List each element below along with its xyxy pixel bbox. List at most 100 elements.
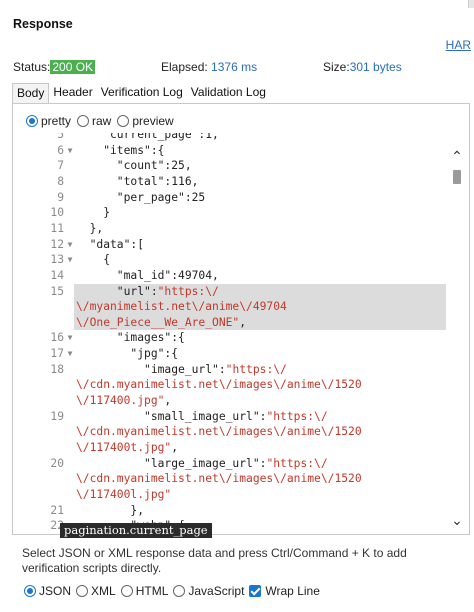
radio-preview[interactable] [117,115,130,127]
code-line: 5 "current_page":1, [26,133,446,143]
code-line: 8 "total":116, [26,174,446,190]
fold-toggle-icon[interactable]: ▼ [64,252,76,268]
code-text: "per_page":25 [76,190,205,206]
har-link[interactable]: HAR [446,38,471,52]
code-text: \/cdn.myanimelist.net\/images\/anime\/15… [76,377,362,393]
wrap-line-toggle[interactable]: Wrap Line [249,584,320,598]
fold-toggle-icon[interactable]: ▼ [64,346,76,362]
radio-raw[interactable] [77,115,90,127]
code-token: }, [76,503,145,517]
code-text: { [76,252,110,268]
format-html[interactable]: HTML [120,584,169,598]
code-token: "items":{ [76,143,165,157]
radio-xml[interactable] [76,585,89,597]
string-token: "https:\/ [266,409,328,423]
wrap-line-label: Wrap Line [265,584,320,598]
code-line: 18 "image_url":"https:\/ [26,362,446,378]
code-text: \/One_Piece__We_Are_ONE", [76,315,246,331]
code-line: 11 }, [26,221,446,237]
format-json-label: JSON [39,584,72,598]
code-line: \/myanimelist.net\/anime\/49704 [26,299,446,315]
line-number: 21 [50,503,64,517]
format-javascript[interactable]: JavaScript [173,584,244,598]
scroll-thumb[interactable] [453,170,461,184]
string-token: \/117400l.jpg" [76,487,172,501]
code-line: \/cdn.myanimelist.net\/images\/anime\/15… [26,471,446,487]
line-number: 20 [50,456,64,470]
size: Size:301 bytes [323,60,402,74]
line-number: 7 [57,159,64,173]
wrap-line-checkbox[interactable] [249,585,262,597]
line-number: 8 [57,174,64,188]
line-number: 9 [57,190,64,204]
string-token: \/117400.jpg" [76,394,165,408]
code-token: "large_image_url": [76,456,267,470]
code-line: 9 "per_page":25 [26,190,446,206]
tab-validation-log[interactable]: Validation Log [187,83,270,103]
code-token: }, [76,221,104,235]
format-xml[interactable]: XML [76,584,116,598]
line-number: 5 [57,133,64,141]
status-row: Status: 200 OK Elapsed: 1376 ms Size:301 … [13,60,468,74]
fold-toggle-icon[interactable]: ▼ [64,330,76,346]
vertical-scrollbar[interactable]: ⌃ ⌄ [447,148,467,528]
response-tabs: Body Header Verification Log Validation … [12,83,270,103]
code-text: "jpg":{ [76,346,178,362]
line-number: 13 [50,253,64,267]
code-text: "data":[ [76,237,144,253]
code-token: "image_url": [76,362,226,376]
code-line: \/cdn.myanimelist.net\/images\/anime\/15… [26,424,446,440]
code-line: \/cdn.myanimelist.net\/images\/anime\/15… [26,377,446,393]
format-json[interactable]: JSON [24,584,71,598]
code-token: "small_image_url": [76,409,267,423]
string-token: \/One_Piece__We_Are_ONE" [76,315,240,329]
code-line: 15 "url":"https:\/ [26,284,446,300]
code-text: "items":{ [76,143,164,159]
view-mode-pretty[interactable]: pretty [26,114,71,128]
body-panel: pretty raw preview 5 "current_page":1, 6 ▼… [12,103,470,535]
line-number: 14 [50,268,64,282]
radio-json[interactable] [24,585,36,597]
code-token: "count":25, [76,159,192,173]
view-mode-group: pretty raw preview [26,113,180,129]
elapsed-value: 1376 ms [211,60,258,74]
code-line: 6 ▼ "items":{ [26,143,446,159]
chevron-up-icon[interactable]: ⌃ [449,148,465,164]
view-mode-preview[interactable]: preview [117,114,174,128]
radio-html[interactable] [120,585,133,597]
format-group: JSON XML HTML JavaScript Wrap Line [24,583,325,599]
code-line: 21 }, [26,503,446,519]
response-title: Response [13,17,73,31]
code-text: "small_image_url":"https:\/ [76,409,328,425]
code-line: 12 ▼ "data":[ [26,237,446,253]
code-text: }, [76,221,104,237]
code-token: , [239,315,247,329]
code-text: \/117400t.jpg", [76,440,178,456]
string-token: \/cdn.myanimelist.net\/images\/anime\/15… [76,378,362,392]
code-line: 10 } [26,205,446,221]
format-xml-label: XML [91,584,116,598]
json-code-viewer[interactable]: 5 "current_page":1, 6 ▼ "items":{7 "count"… [26,133,446,529]
code-text: "images":{ [76,330,185,346]
window-edge [468,0,474,8]
radio-javascript[interactable] [173,585,186,597]
fold-toggle-icon[interactable]: ▼ [64,143,76,159]
fold-toggle-icon[interactable]: ▼ [64,237,76,253]
tab-verification-log[interactable]: Verification Log [97,83,187,103]
view-mode-raw[interactable]: raw [77,114,111,128]
string-token: "https:\/ [157,284,219,298]
format-html-label: HTML [135,584,169,598]
line-number: 17 [50,347,64,361]
string-token: \/myanimelist.net\/anime\/49704 [76,300,287,314]
code-line: 7 "count":25, [26,158,446,174]
chevron-down-icon[interactable]: ⌄ [449,512,465,528]
code-text: "mal_id":49704, [76,268,219,284]
string-token: "https:\/ [225,362,287,376]
tab-header[interactable]: Header [49,83,96,103]
code-text: "total":116, [76,174,199,190]
code-text: \/cdn.myanimelist.net\/images\/anime\/15… [76,424,362,440]
code-text: "count":25, [76,158,192,174]
code-line: \/117400.jpg", [26,393,446,409]
tab-body[interactable]: Body [12,83,50,103]
radio-pretty[interactable] [26,115,38,127]
